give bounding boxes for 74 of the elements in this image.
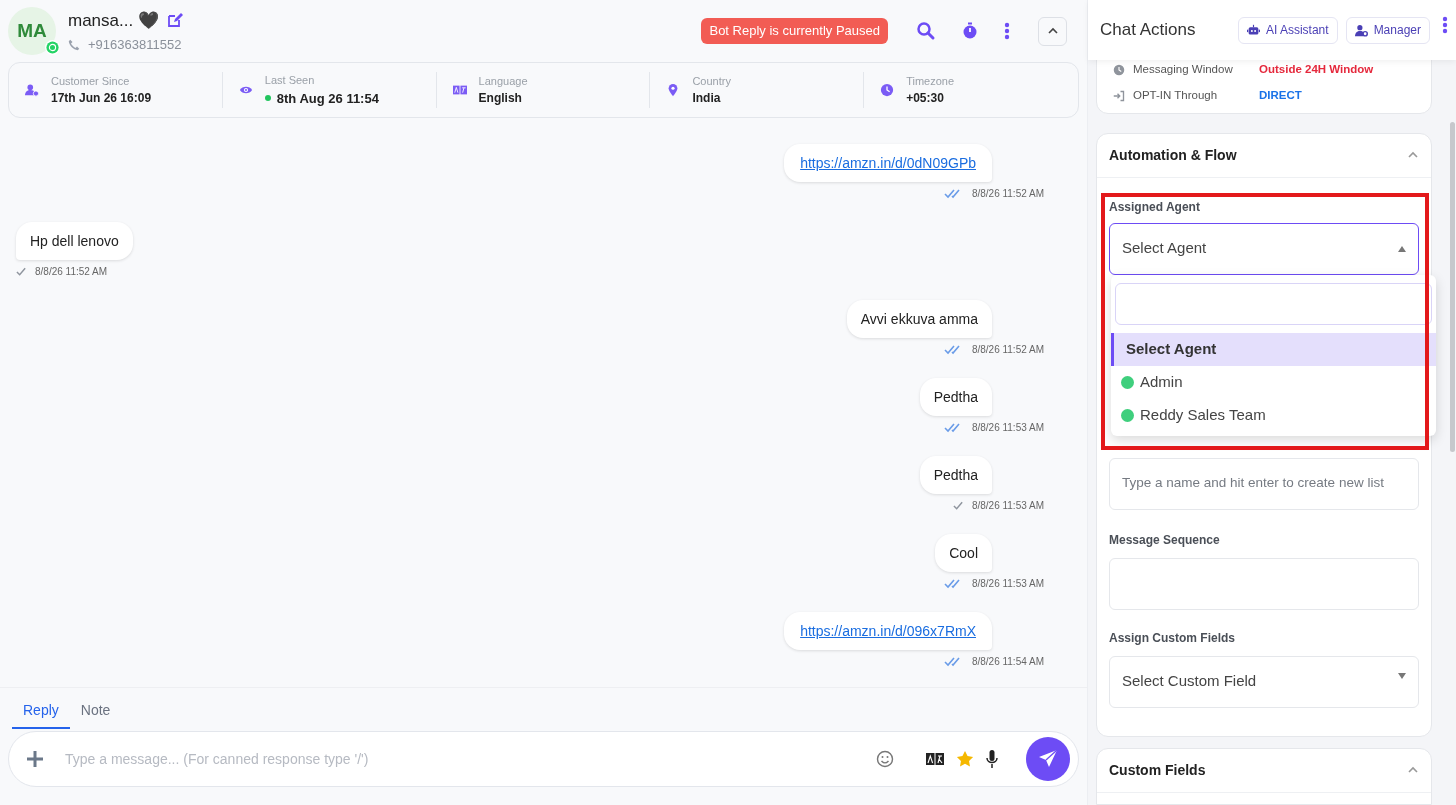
microphone-icon[interactable] bbox=[986, 750, 998, 768]
detail-value: Outside 24H Window bbox=[1259, 62, 1374, 77]
message-link[interactable]: https://amzn.in/d/096x7RmX bbox=[800, 620, 976, 642]
message-time: 8/8/26 11:52 AM bbox=[971, 343, 1044, 357]
header-button[interactable]: AI Assistant bbox=[1237, 16, 1338, 44]
contact-avatar: MA bbox=[8, 7, 56, 55]
plus-icon[interactable] bbox=[25, 749, 45, 769]
info-value: +05:30 bbox=[906, 90, 944, 108]
section-title: Custom Fields bbox=[1109, 760, 1207, 780]
info-label: Timezone bbox=[906, 73, 955, 89]
info-value: 17th Jun 26 16:09 bbox=[51, 90, 152, 108]
translate-icon[interactable] bbox=[926, 753, 944, 765]
message-text: Pedtha bbox=[933, 387, 978, 407]
dropdown-option[interactable]: Admin bbox=[1111, 365, 1436, 399]
star-icon[interactable] bbox=[956, 750, 974, 768]
collapse-button[interactable] bbox=[1038, 16, 1067, 46]
detail-label: Messaging Window bbox=[1133, 62, 1234, 77]
contact-name: mansa... 🖤 bbox=[68, 9, 159, 32]
message-time: 8/8/26 11:52 AM bbox=[35, 265, 108, 279]
send-icon bbox=[1038, 749, 1058, 769]
robot-icon bbox=[1246, 23, 1260, 37]
composer-tab[interactable]: Reply bbox=[12, 700, 70, 729]
info-label: Customer Since bbox=[51, 73, 131, 89]
bot-status-badge: Bot Reply is currently Paused bbox=[701, 18, 888, 44]
message-time: 8/8/26 11:54 AM bbox=[971, 655, 1044, 669]
message-time: 8/8/26 11:53 AM bbox=[971, 577, 1044, 591]
message-link[interactable]: https://amzn.in/d/0dN09GPb bbox=[800, 152, 976, 174]
field-label: Assign Custom Fields bbox=[1109, 629, 1237, 647]
caret-up-icon bbox=[1398, 245, 1406, 252]
detail-value: DIRECT bbox=[1259, 88, 1302, 104]
phone-number: +916363811552 bbox=[88, 36, 182, 54]
list-input[interactable]: Type a name and hit enter to create new list bbox=[1109, 457, 1419, 510]
header-button[interactable]: Manager bbox=[1345, 16, 1430, 44]
message-time: 8/8/26 11:52 AM bbox=[971, 187, 1044, 201]
search-icon[interactable] bbox=[916, 21, 936, 41]
info-label: Language bbox=[478, 73, 528, 89]
field-label: Message Sequence bbox=[1109, 531, 1221, 549]
send-button[interactable] bbox=[1026, 737, 1070, 781]
agent-select[interactable]: Select Agent bbox=[1109, 222, 1419, 275]
custom-field-select[interactable]: Select Custom Field bbox=[1109, 655, 1419, 708]
message-text: Hp dell lenovo bbox=[30, 231, 119, 251]
emoji-icon[interactable] bbox=[876, 750, 894, 768]
message-time: 8/8/26 11:53 AM bbox=[971, 499, 1044, 513]
section-title: Automation & Flow bbox=[1109, 145, 1238, 165]
more-icon[interactable] bbox=[1004, 22, 1010, 40]
info-label: Last Seen bbox=[264, 73, 316, 88]
edit-icon[interactable] bbox=[166, 12, 183, 29]
message-placeholder: Type a message... (For canned response type '/') bbox=[65, 749, 369, 769]
field-label: Assigned Agent bbox=[1109, 198, 1201, 216]
dropdown-option[interactable]: Select Agent bbox=[1111, 332, 1436, 366]
info-label: Country bbox=[692, 73, 731, 89]
detail-label: OPT-IN Through bbox=[1133, 88, 1219, 104]
dropdown-option[interactable]: Reddy Sales Team bbox=[1111, 398, 1436, 432]
message-time: 8/8/26 11:53 AM bbox=[971, 421, 1044, 435]
user-gear-icon bbox=[1354, 23, 1368, 37]
clock-icon bbox=[1113, 63, 1125, 76]
more-icon[interactable] bbox=[1442, 16, 1448, 34]
message-text: Cool bbox=[949, 543, 978, 563]
info-value: India bbox=[692, 90, 721, 108]
sequence-input[interactable] bbox=[1109, 557, 1419, 610]
clock-icon bbox=[880, 83, 895, 97]
info-value: English bbox=[478, 90, 522, 108]
panel-title: Chat Actions bbox=[1100, 19, 1197, 42]
phone-icon bbox=[68, 38, 80, 51]
caret-down-icon bbox=[1398, 672, 1406, 679]
dropdown-search-field[interactable] bbox=[1115, 282, 1432, 325]
user-clock-icon bbox=[25, 83, 39, 97]
sign-in-icon bbox=[1113, 89, 1125, 102]
message-text: Avvi ekkuva amma bbox=[860, 309, 978, 329]
composer-tab[interactable]: Note bbox=[69, 700, 122, 729]
info-value: 8th Aug 26 11:54 bbox=[276, 89, 379, 108]
translate-icon bbox=[452, 83, 467, 97]
message-text: Pedtha bbox=[933, 465, 978, 485]
scrollbar-thumb[interactable] bbox=[1450, 122, 1455, 452]
